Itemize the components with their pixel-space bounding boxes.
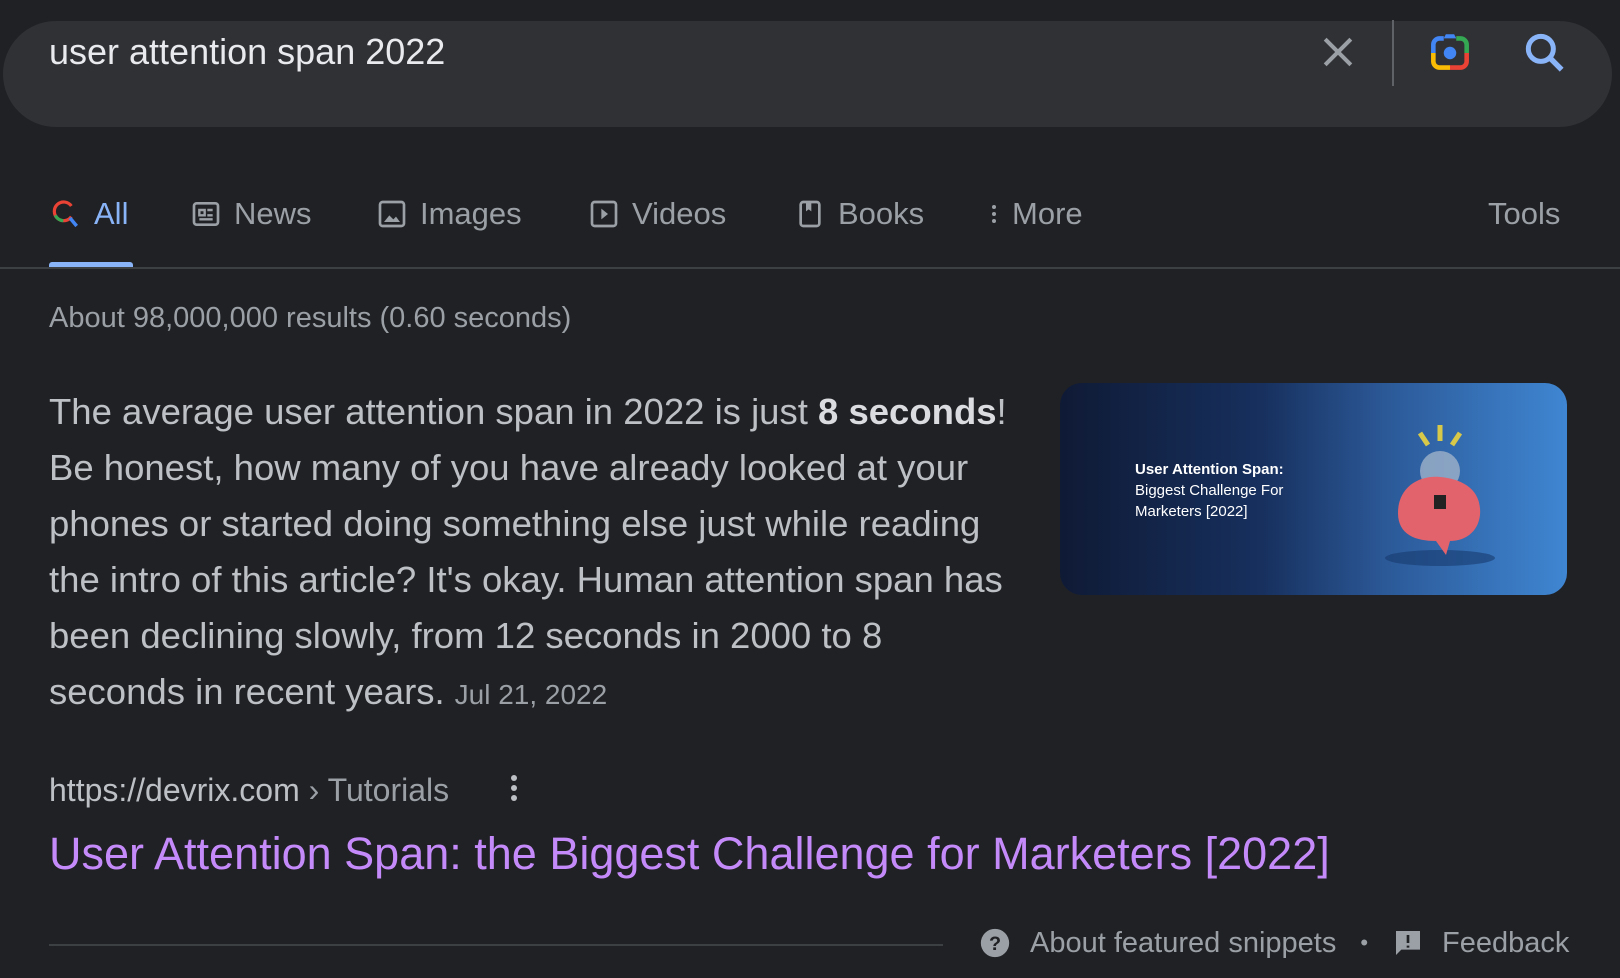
snippet-text: The average user attention span in 2022 … <box>49 391 819 432</box>
result-url[interactable]: https://devrix.com › Tutorials <box>49 772 449 809</box>
snippet-highlight: 8 seconds <box>818 391 997 432</box>
google-search-icon <box>52 200 78 228</box>
footer-divider <box>49 944 943 946</box>
about-featured-snippets-link[interactable]: About featured snippets <box>1030 927 1336 960</box>
play-icon <box>590 200 618 228</box>
tab-images[interactable]: Images <box>376 196 522 232</box>
tools-button[interactable]: Tools <box>1488 196 1560 232</box>
svg-text:?: ? <box>989 933 1001 955</box>
feedback-link[interactable]: Feedback <box>1442 927 1569 960</box>
tab-label: Videos <box>632 196 727 231</box>
url-domain: https://devrix.com <box>49 772 300 808</box>
clear-icon[interactable] <box>1316 30 1360 74</box>
tab-label: News <box>234 196 312 231</box>
news-icon <box>192 202 220 226</box>
tab-label: Books <box>838 196 925 231</box>
more-options-icon[interactable] <box>502 770 526 810</box>
divider <box>1392 20 1394 86</box>
tab-more[interactable]: More <box>982 196 1083 232</box>
book-icon <box>799 200 821 228</box>
url-breadcrumb: › Tutorials <box>299 772 450 808</box>
tab-videos[interactable]: Videos <box>588 196 726 232</box>
separator: • <box>1360 930 1369 955</box>
feedback-icon[interactable] <box>1392 927 1424 959</box>
more-vert-icon <box>992 205 996 223</box>
snippet-footer: ? About featured snippets • Feedback <box>978 926 1569 960</box>
tab-books[interactable]: Books <box>794 196 924 232</box>
tab-news[interactable]: News <box>190 196 312 232</box>
tab-label: All <box>94 196 129 231</box>
result-stats: About 98,000,000 results (0.60 seconds) <box>49 302 572 334</box>
tab-all[interactable]: All <box>50 196 128 232</box>
brain-lightbulb-icon <box>1385 425 1495 566</box>
tab-label: More <box>1012 196 1083 231</box>
result-title-link[interactable]: User Attention Span: the Biggest Challen… <box>49 828 1330 880</box>
snippet-thumbnail[interactable]: User Attention Span: Biggest Challenge Fo… <box>1060 383 1567 595</box>
help-icon[interactable]: ? <box>978 926 1012 960</box>
snippet-date: Jul 21, 2022 <box>454 679 608 710</box>
search-input[interactable]: user attention span 2022 <box>49 31 445 73</box>
snippet-text: ! Be honest, how many of you have alread… <box>49 391 1007 712</box>
tab-label: Images <box>420 196 522 231</box>
thumbnail-subtitle: Biggest Challenge For Marketers [2022] <box>1135 482 1284 520</box>
tabs-divider <box>0 267 1620 269</box>
search-icon[interactable] <box>1520 28 1570 78</box>
image-icon <box>378 200 406 228</box>
featured-snippet-text: The average user attention span in 2022 … <box>49 384 1009 723</box>
thumbnail-title: User Attention Span: <box>1135 461 1284 478</box>
google-lens-icon[interactable] <box>1425 28 1475 78</box>
thumbnail-caption: User Attention Span: Biggest Challenge Fo… <box>1135 459 1305 522</box>
